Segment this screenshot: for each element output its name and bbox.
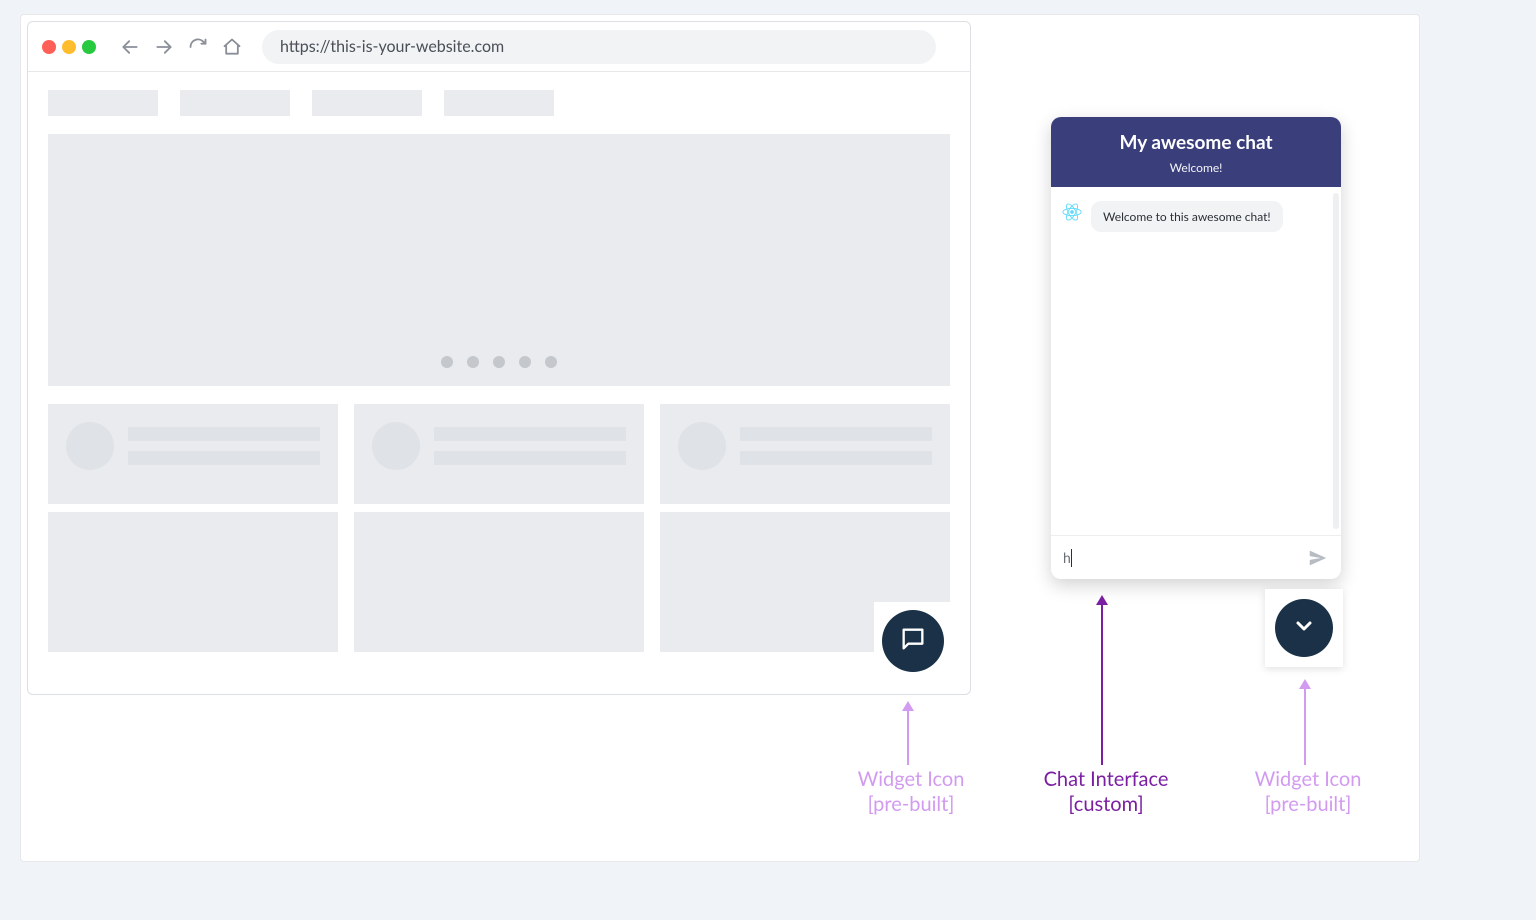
chat-input-value: h <box>1063 549 1071 566</box>
chat-bubble: Welcome to this awesome chat! <box>1091 201 1283 232</box>
chat-widget: My awesome chat Welcome! Welcome to this… <box>1051 117 1341 579</box>
hero-placeholder <box>48 134 950 386</box>
chat-icon <box>899 625 927 657</box>
maximize-window-icon[interactable] <box>82 40 96 54</box>
chat-launcher-open[interactable] <box>1265 589 1343 667</box>
react-icon <box>1061 201 1083 223</box>
card-placeholder <box>660 404 950 504</box>
browser-window: https://this-is-your-website.com <box>27 21 971 695</box>
forward-icon[interactable] <box>154 37 174 57</box>
close-window-icon[interactable] <box>42 40 56 54</box>
chat-subtitle: Welcome! <box>1061 160 1331 175</box>
card-placeholder <box>354 512 644 652</box>
minimize-window-icon[interactable] <box>62 40 76 54</box>
nav-item-placeholder <box>180 90 290 116</box>
diagram-stage: https://this-is-your-website.com <box>20 14 1420 862</box>
nav-item-placeholder <box>312 90 422 116</box>
annotation-arrow <box>1101 605 1103 765</box>
window-controls <box>42 40 96 54</box>
chevron-down-icon <box>1292 614 1316 642</box>
back-icon[interactable] <box>120 37 140 57</box>
url-text: https://this-is-your-website.com <box>280 37 504 56</box>
card-placeholder <box>48 404 338 504</box>
arrow-icon <box>1299 679 1311 689</box>
annotation-arrow <box>1304 689 1306 765</box>
send-icon[interactable] <box>1307 547 1329 569</box>
annotation-label: Widget Icon [pre-built] <box>1223 767 1393 817</box>
url-bar[interactable]: https://this-is-your-website.com <box>262 30 936 64</box>
chat-input[interactable]: h <box>1051 535 1341 579</box>
nav-item-placeholder <box>48 90 158 116</box>
chat-message: Welcome to this awesome chat! <box>1061 201 1331 232</box>
card-placeholder <box>354 404 644 504</box>
arrow-icon <box>1096 595 1108 605</box>
home-icon[interactable] <box>222 37 242 57</box>
arrow-icon <box>902 701 914 711</box>
accent-underline <box>912 694 952 695</box>
card-placeholder <box>48 512 338 652</box>
chat-messages: Welcome to this awesome chat! <box>1051 187 1341 535</box>
chat-launcher[interactable] <box>874 602 952 680</box>
text-caret <box>1071 549 1072 567</box>
chat-header: My awesome chat Welcome! <box>1051 117 1341 187</box>
refresh-icon[interactable] <box>188 37 208 57</box>
chat-title: My awesome chat <box>1061 131 1331 154</box>
page-skeleton <box>28 72 970 670</box>
carousel-dots <box>441 356 557 368</box>
annotation-label: Widget Icon [pre-built] <box>831 767 991 817</box>
nav-item-placeholder <box>444 90 554 116</box>
browser-toolbar: https://this-is-your-website.com <box>28 22 970 72</box>
annotation-label: Chat Interface [custom] <box>1021 767 1191 817</box>
annotation-arrow <box>907 711 909 765</box>
